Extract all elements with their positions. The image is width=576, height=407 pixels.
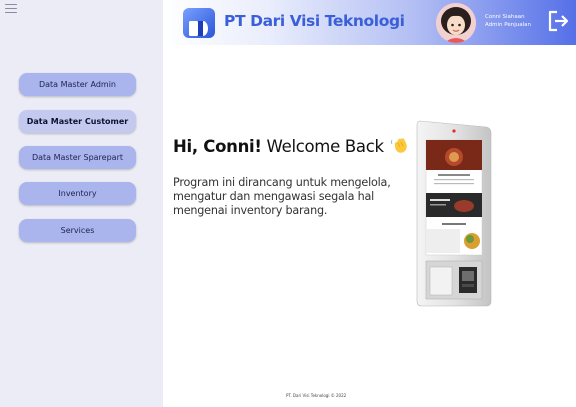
nav-data-master-admin[interactable]: Data Master Admin xyxy=(19,73,136,96)
welcome-description: Program ini dirancang untuk mengelola, m… xyxy=(173,176,391,217)
nav-data-master-customer[interactable]: Data Master Customer xyxy=(19,110,136,133)
nav-data-master-sparepart[interactable]: Data Master Sparepart xyxy=(19,146,136,169)
greeting-text: Welcome Back xyxy=(261,137,384,156)
sidebar: Data Master Admin Data Master Customer D… xyxy=(0,0,163,407)
welcome-heading: Hi, Conni! Welcome Back xyxy=(173,137,409,156)
avatar-illustration-icon xyxy=(436,3,476,43)
footer-copyright: PT. Dari Visi Teknologi © 2022 xyxy=(286,393,347,398)
waving-hand-icon xyxy=(390,138,407,153)
top-header: PT Dari Visi Teknologi Conni Siahaan Adm… xyxy=(163,0,576,45)
logout-icon[interactable] xyxy=(546,9,570,33)
user-avatar[interactable] xyxy=(436,3,476,43)
greeting-name: Hi, Conni! xyxy=(173,137,262,156)
hamburger-menu-icon[interactable] xyxy=(5,4,17,14)
user-name: Conni Siahaan xyxy=(485,14,525,20)
brand-title: PT Dari Visi Teknologi xyxy=(224,12,405,30)
nav-inventory[interactable]: Inventory xyxy=(19,182,136,205)
nav-services[interactable]: Services xyxy=(19,219,136,242)
user-role: Admin Penjualan xyxy=(485,22,532,28)
brand-logo-icon xyxy=(183,8,215,38)
kiosk-illustration xyxy=(416,120,492,307)
